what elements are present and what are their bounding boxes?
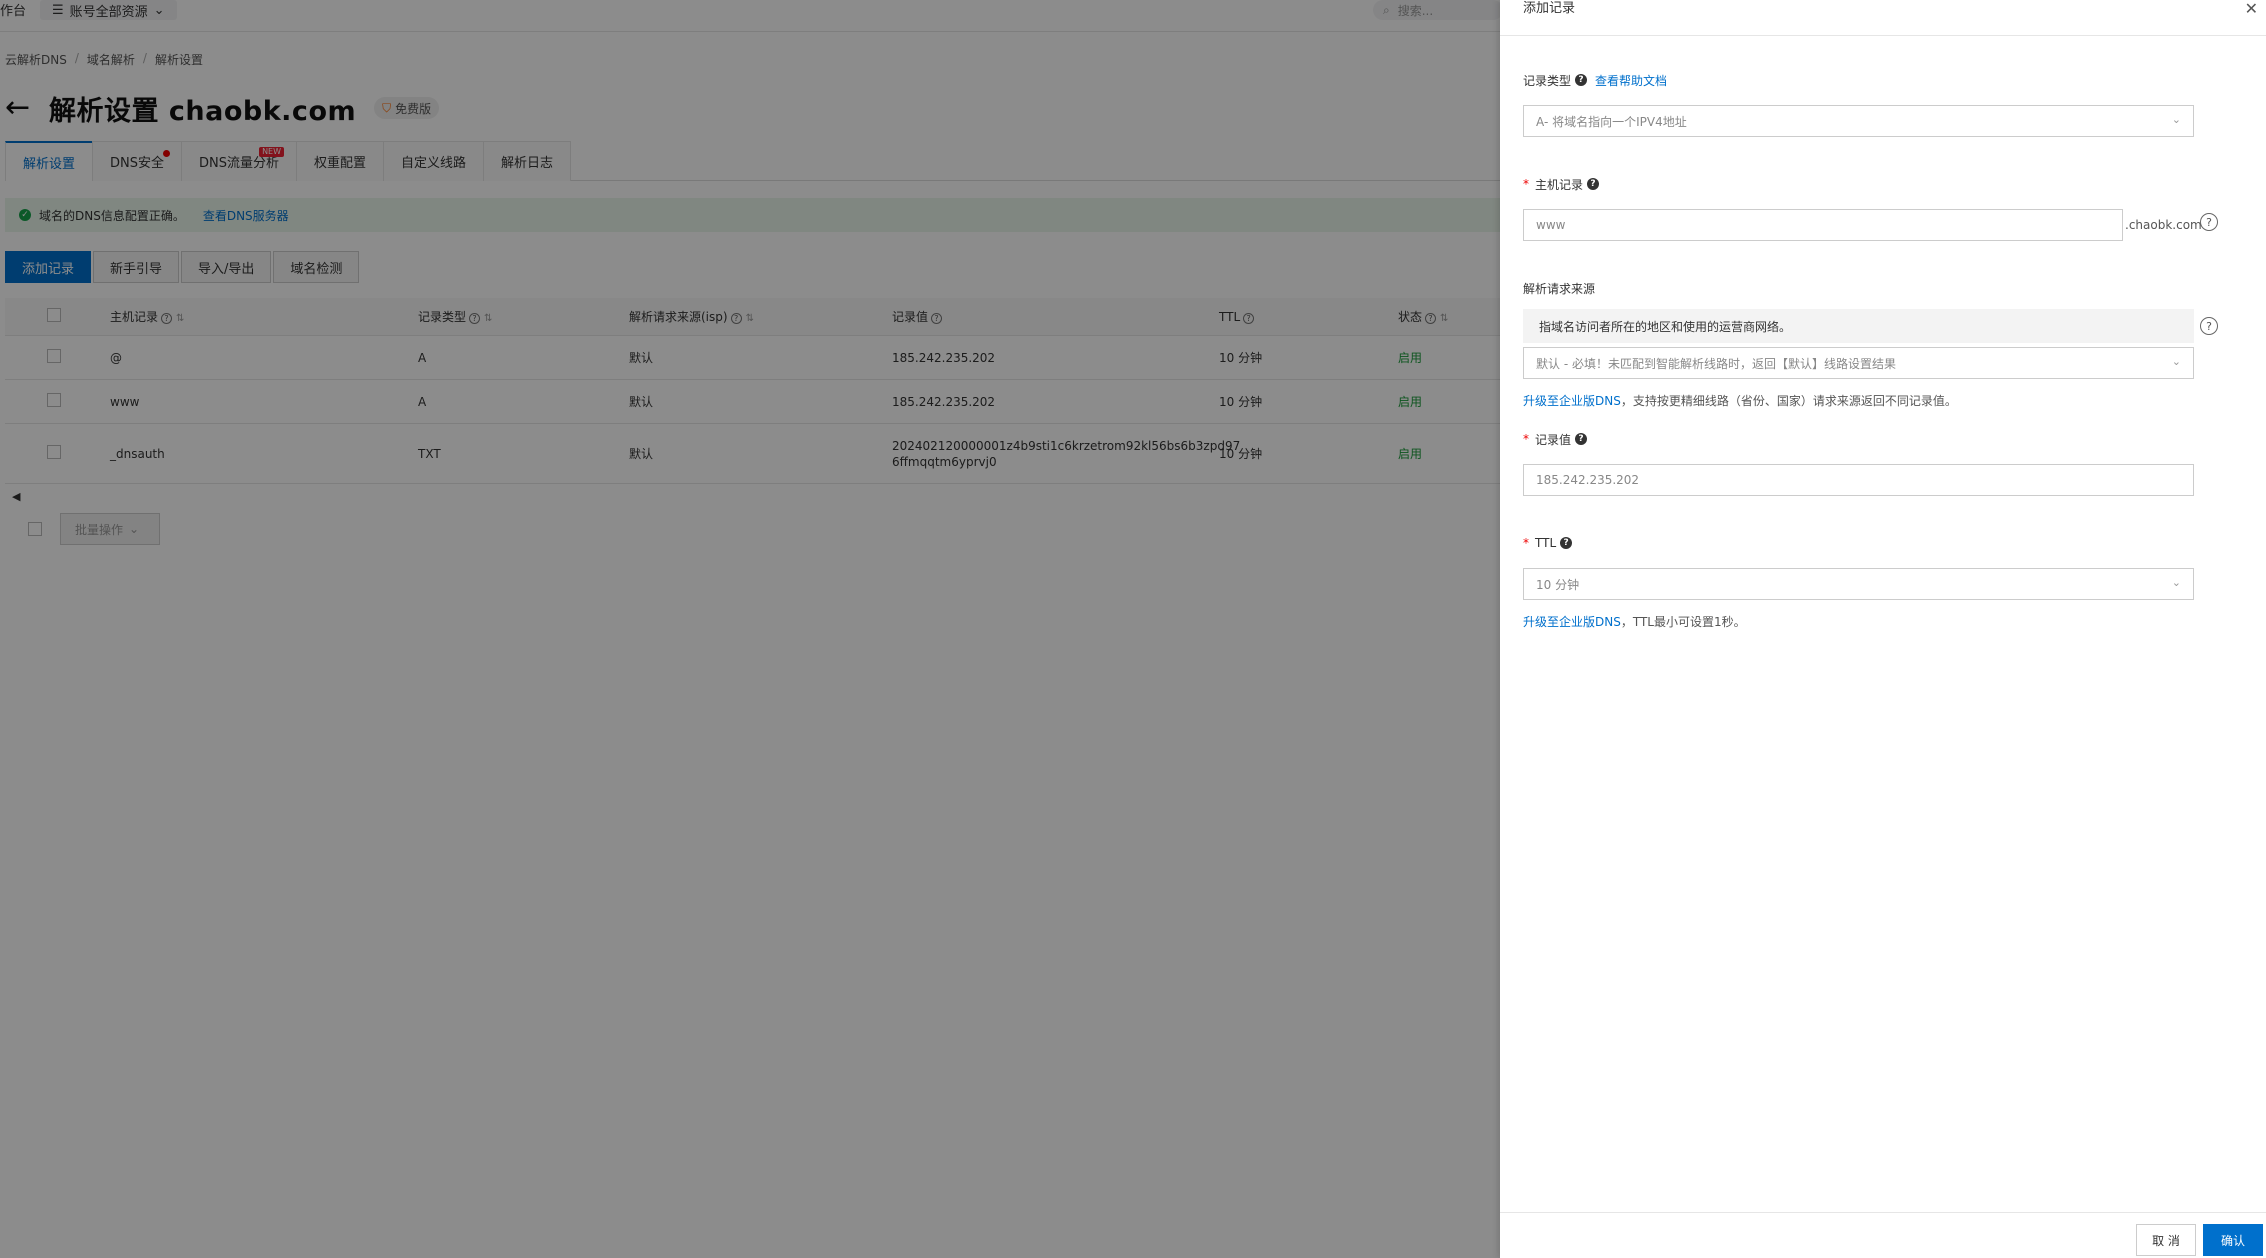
upgrade-enterprise-link[interactable]: 升级至企业版DNS: [1523, 615, 1621, 629]
record-value-input[interactable]: 185.242.235.202: [1523, 464, 2194, 496]
source-value: 默认 - 必填！未匹配到智能解析线路时，返回【默认】线路设置结果: [1536, 356, 1896, 371]
source-select[interactable]: 默认 - 必填！未匹配到智能解析线路时，返回【默认】线路设置结果 ⌄: [1523, 347, 2194, 379]
source-hint: 指域名访问者所在的地区和使用的运营商网络。: [1523, 309, 2194, 343]
ttl-label: TTL: [1535, 536, 1557, 550]
drawer-header: 添加记录 ✕: [1500, 0, 2266, 36]
ttl-label-row: * TTL ?: [1523, 534, 1573, 552]
upgrade-enterprise-link[interactable]: 升级至企业版DNS: [1523, 394, 1621, 408]
required-marker: *: [1523, 177, 1529, 191]
required-marker: *: [1523, 432, 1529, 446]
upgrade-note-text: ，TTL最小可设置1秒。: [1620, 615, 1746, 629]
host-input-value: www: [1536, 218, 1566, 232]
close-icon[interactable]: ✕: [2245, 0, 2258, 18]
host-input[interactable]: www: [1523, 209, 2123, 241]
host-label: 主机记录: [1535, 177, 1584, 192]
help-icon[interactable]: ?: [1575, 74, 1588, 86]
record-type-label: 记录类型: [1523, 73, 1572, 88]
domain-suffix: .chaobk.com: [2125, 218, 2202, 232]
modal-overlay[interactable]: [0, 0, 1500, 1258]
ttl-upgrade-note: 升级至企业版DNS，TTL最小可设置1秒。: [1523, 613, 1746, 630]
record-value-label: 记录值: [1535, 432, 1572, 447]
chevron-down-icon: ⌄: [2171, 576, 2181, 589]
cancel-button[interactable]: 取 消: [2136, 1224, 2196, 1256]
chevron-down-icon: ⌄: [2171, 113, 2181, 126]
ttl-value: 10 分钟: [1536, 577, 1580, 592]
record-type-label-row: 记录类型 ? 查看帮助文档: [1523, 71, 1667, 89]
help-icon[interactable]: ?: [1575, 433, 1588, 445]
required-marker: *: [1523, 536, 1529, 550]
source-upgrade-note: 升级至企业版DNS，支持按更精细线路（省份、国家）请求来源返回不同记录值。: [1523, 392, 1957, 409]
confirm-button[interactable]: 确认: [2203, 1224, 2263, 1256]
help-icon[interactable]: ?: [1587, 178, 1600, 190]
ttl-select[interactable]: 10 分钟 ⌄: [1523, 568, 2194, 600]
add-record-drawer: 添加记录 ✕ 记录类型 ? 查看帮助文档 A- 将域名指向一个IPV4地址 ⌄ …: [1500, 0, 2266, 1258]
help-icon[interactable]: ?: [1560, 537, 1573, 549]
chevron-down-icon: ⌄: [2171, 355, 2181, 368]
record-type-value: A- 将域名指向一个IPV4地址: [1536, 114, 1687, 129]
record-type-select[interactable]: A- 将域名指向一个IPV4地址 ⌄: [1523, 105, 2194, 137]
question-circle-icon[interactable]: ?: [2200, 213, 2218, 231]
drawer-footer: 取 消 确认: [1500, 1212, 2266, 1258]
question-circle-icon[interactable]: ?: [2200, 317, 2218, 335]
source-label-row: 解析请求来源: [1523, 279, 1595, 297]
record-value-text: 185.242.235.202: [1536, 473, 1640, 487]
host-label-row: * 主机记录 ?: [1523, 175, 1600, 193]
upgrade-note-text: ，支持按更精细线路（省份、国家）请求来源返回不同记录值。: [1620, 394, 1957, 408]
help-docs-link[interactable]: 查看帮助文档: [1595, 72, 1667, 89]
drawer-title: 添加记录: [1523, 1, 1576, 16]
source-label: 解析请求来源: [1523, 281, 1596, 296]
record-value-label-row: * 记录值 ?: [1523, 430, 1588, 448]
